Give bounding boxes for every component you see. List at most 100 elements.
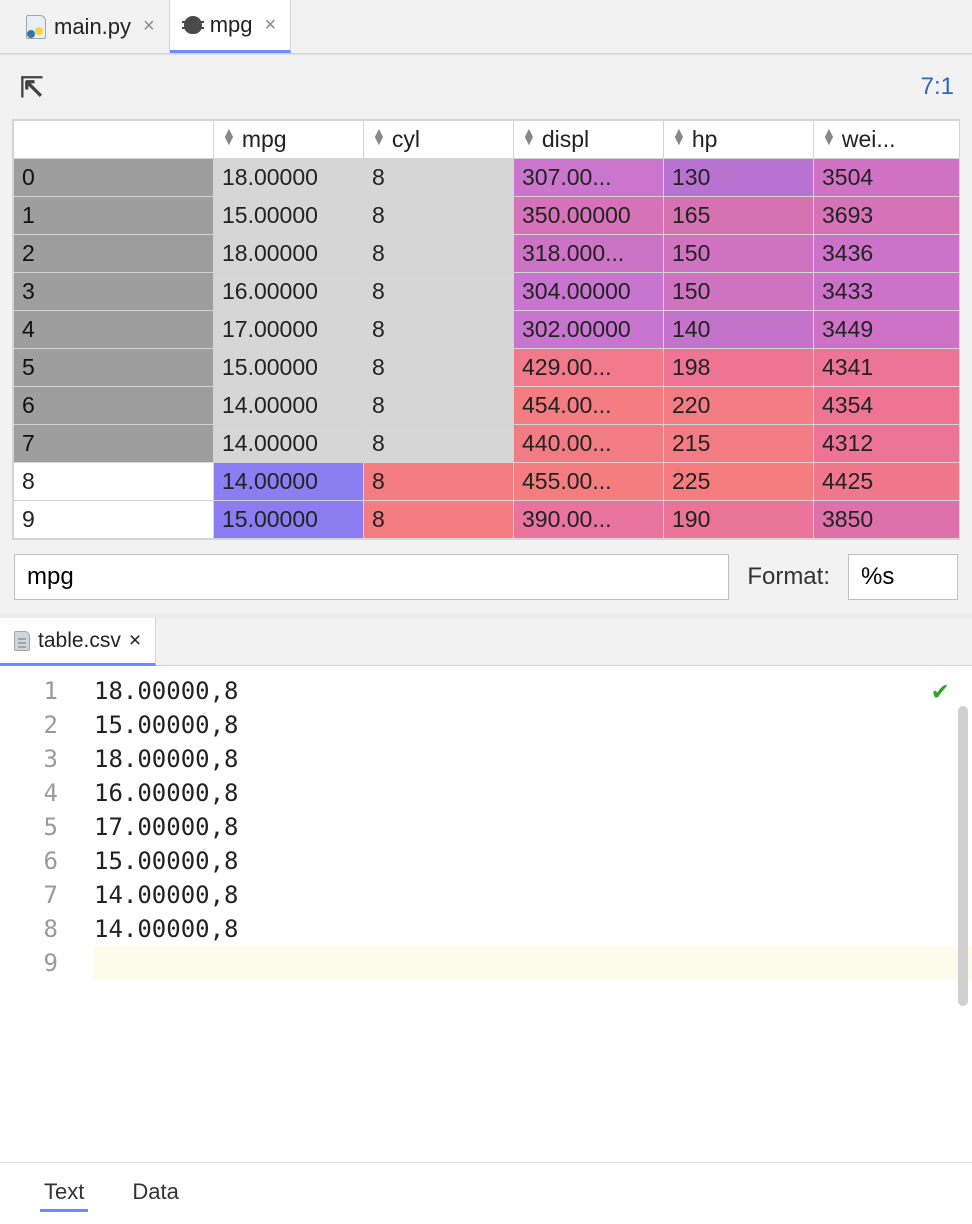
table-row[interactable]: 018.000008307.00...1303504 bbox=[14, 159, 961, 197]
cell[interactable]: 318.000... bbox=[514, 235, 664, 273]
row-index[interactable]: 5 bbox=[14, 349, 214, 387]
table-row[interactable]: 115.000008350.000001653693 bbox=[14, 197, 961, 235]
column-header-hp[interactable]: hp bbox=[664, 121, 814, 159]
cell[interactable]: 3504 bbox=[814, 159, 961, 197]
close-icon[interactable]: × bbox=[129, 629, 141, 653]
table-row[interactable]: 614.000008454.00...2204354 bbox=[14, 387, 961, 425]
cell[interactable]: 4312 bbox=[814, 425, 961, 463]
code-line[interactable]: 18.00000,8 bbox=[94, 742, 972, 776]
cell[interactable]: 15.00000 bbox=[214, 197, 364, 235]
view-tab-text[interactable]: Text bbox=[40, 1175, 88, 1212]
column-header-displ[interactable]: displ bbox=[514, 121, 664, 159]
row-index[interactable]: 0 bbox=[14, 159, 214, 197]
format-input[interactable] bbox=[848, 554, 958, 600]
dataframe-grid[interactable]: mpgcyldisplhpwei...018.000008307.00...13… bbox=[12, 119, 960, 540]
corner-cell[interactable] bbox=[14, 121, 214, 159]
cell[interactable]: 198 bbox=[664, 349, 814, 387]
table-row[interactable]: 814.000008455.00...2254425 bbox=[14, 463, 961, 501]
cell[interactable]: 150 bbox=[664, 235, 814, 273]
code-line[interactable]: 18.00000,8 bbox=[94, 674, 972, 708]
cell[interactable]: 215 bbox=[664, 425, 814, 463]
cell[interactable]: 302.00000 bbox=[514, 311, 664, 349]
variable-name-input[interactable] bbox=[14, 554, 729, 600]
column-header-cyl[interactable]: cyl bbox=[364, 121, 514, 159]
cell[interactable]: 150 bbox=[664, 273, 814, 311]
cell[interactable]: 17.00000 bbox=[214, 311, 364, 349]
table-row[interactable]: 417.000008302.000001403449 bbox=[14, 311, 961, 349]
popout-icon[interactable]: ⇱ bbox=[20, 71, 43, 104]
cell[interactable]: 307.00... bbox=[514, 159, 664, 197]
cell[interactable]: 190 bbox=[664, 501, 814, 539]
row-index[interactable]: 3 bbox=[14, 273, 214, 311]
editor-tab-table-csv[interactable]: table.csv × bbox=[0, 618, 156, 666]
cell[interactable]: 8 bbox=[364, 387, 514, 425]
code-line[interactable]: 17.00000,8 bbox=[94, 810, 972, 844]
row-index[interactable]: 2 bbox=[14, 235, 214, 273]
cell[interactable]: 8 bbox=[364, 273, 514, 311]
cell[interactable]: 165 bbox=[664, 197, 814, 235]
table-row[interactable]: 316.000008304.000001503433 bbox=[14, 273, 961, 311]
cell[interactable]: 3436 bbox=[814, 235, 961, 273]
table-row[interactable]: 218.000008318.000...1503436 bbox=[14, 235, 961, 273]
cell[interactable]: 455.00... bbox=[514, 463, 664, 501]
cell[interactable]: 16.00000 bbox=[214, 273, 364, 311]
cell[interactable]: 429.00... bbox=[514, 349, 664, 387]
code-line[interactable]: 15.00000,8 bbox=[94, 844, 972, 878]
row-index[interactable]: 7 bbox=[14, 425, 214, 463]
scrollbar[interactable] bbox=[958, 706, 968, 1006]
cell[interactable]: 454.00... bbox=[514, 387, 664, 425]
cell[interactable]: 8 bbox=[364, 349, 514, 387]
cell[interactable]: 390.00... bbox=[514, 501, 664, 539]
column-header-mpg[interactable]: mpg bbox=[214, 121, 364, 159]
cell[interactable]: 225 bbox=[664, 463, 814, 501]
cell[interactable]: 15.00000 bbox=[214, 349, 364, 387]
tab-mpg[interactable]: mpg× bbox=[170, 0, 291, 53]
cell[interactable]: 8 bbox=[364, 501, 514, 539]
row-index[interactable]: 8 bbox=[14, 463, 214, 501]
cell[interactable]: 3693 bbox=[814, 197, 961, 235]
cell[interactable]: 350.00000 bbox=[514, 197, 664, 235]
cell[interactable]: 304.00000 bbox=[514, 273, 664, 311]
table-row[interactable]: 714.000008440.00...2154312 bbox=[14, 425, 961, 463]
code-line[interactable]: 14.00000,8 bbox=[94, 912, 972, 946]
cell[interactable]: 8 bbox=[364, 159, 514, 197]
cell[interactable]: 3850 bbox=[814, 501, 961, 539]
row-index[interactable]: 4 bbox=[14, 311, 214, 349]
cell[interactable]: 130 bbox=[664, 159, 814, 197]
code-line[interactable]: 14.00000,8 bbox=[94, 878, 972, 912]
code-area[interactable]: 18.00000,815.00000,818.00000,816.00000,8… bbox=[90, 666, 972, 1162]
code-line[interactable] bbox=[94, 946, 972, 980]
cell[interactable]: 8 bbox=[364, 311, 514, 349]
cell[interactable]: 3433 bbox=[814, 273, 961, 311]
cell[interactable]: 220 bbox=[664, 387, 814, 425]
close-icon[interactable]: × bbox=[265, 14, 277, 37]
tab-main-py[interactable]: main.py× bbox=[12, 0, 170, 53]
cell[interactable]: 4354 bbox=[814, 387, 961, 425]
table-row[interactable]: 915.000008390.00...1903850 bbox=[14, 501, 961, 539]
code-line[interactable]: 15.00000,8 bbox=[94, 708, 972, 742]
cell[interactable]: 8 bbox=[364, 425, 514, 463]
cell[interactable]: 18.00000 bbox=[214, 235, 364, 273]
cell[interactable]: 14.00000 bbox=[214, 425, 364, 463]
column-header-wei[interactable]: wei... bbox=[814, 121, 961, 159]
row-index[interactable]: 6 bbox=[14, 387, 214, 425]
cell[interactable]: 440.00... bbox=[514, 425, 664, 463]
row-index[interactable]: 1 bbox=[14, 197, 214, 235]
cell[interactable]: 14.00000 bbox=[214, 463, 364, 501]
table-row[interactable]: 515.000008429.00...1984341 bbox=[14, 349, 961, 387]
view-tab-data[interactable]: Data bbox=[128, 1175, 182, 1212]
cell[interactable]: 3449 bbox=[814, 311, 961, 349]
cell[interactable]: 15.00000 bbox=[214, 501, 364, 539]
editor-body[interactable]: 123456789 18.00000,815.00000,818.00000,8… bbox=[0, 666, 972, 1162]
cell[interactable]: 4425 bbox=[814, 463, 961, 501]
close-icon[interactable]: × bbox=[143, 15, 155, 38]
cell[interactable]: 8 bbox=[364, 463, 514, 501]
cell[interactable]: 18.00000 bbox=[214, 159, 364, 197]
cell[interactable]: 140 bbox=[664, 311, 814, 349]
code-line[interactable]: 16.00000,8 bbox=[94, 776, 972, 810]
cell[interactable]: 8 bbox=[364, 235, 514, 273]
cell[interactable]: 8 bbox=[364, 197, 514, 235]
row-index[interactable]: 9 bbox=[14, 501, 214, 539]
cell[interactable]: 14.00000 bbox=[214, 387, 364, 425]
cell[interactable]: 4341 bbox=[814, 349, 961, 387]
